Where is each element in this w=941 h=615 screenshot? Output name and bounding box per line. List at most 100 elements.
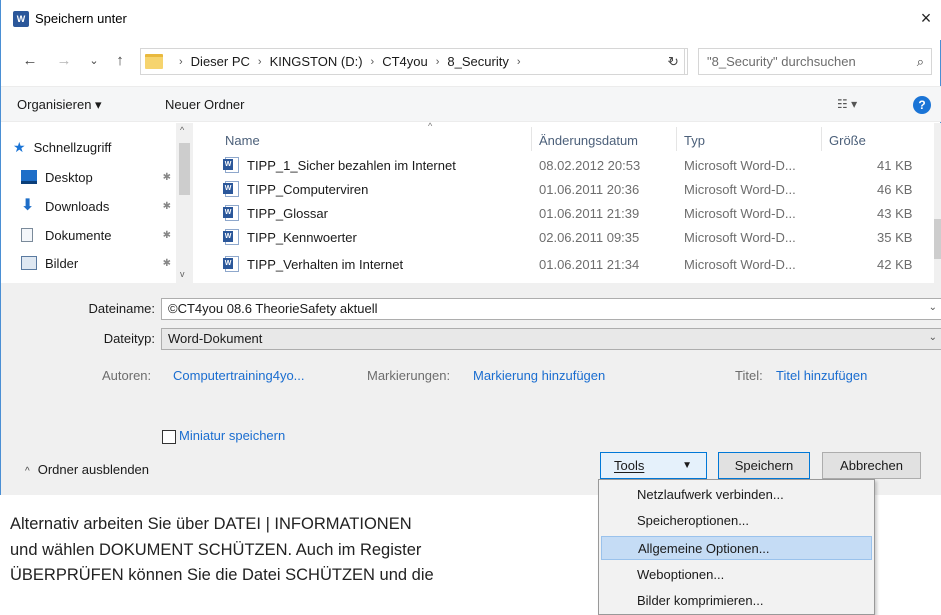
file-type: Microsoft Word-D...: [684, 182, 796, 197]
breadcrumb-separator: ›: [179, 55, 183, 68]
breadcrumb-this-pc[interactable]: Dieser PC: [191, 54, 250, 69]
column-header-type[interactable]: Typ: [684, 133, 705, 148]
sidebar-item-pictures[interactable]: Bilder ✱: [21, 252, 171, 274]
tools-label: Tools: [614, 458, 645, 473]
sidebar-item-label: Dokumente: [45, 227, 112, 243]
file-date: 08.02.2012 20:53: [539, 158, 641, 173]
file-name: TIPP_Verhalten im Internet: [247, 257, 404, 272]
word-document-icon: [223, 256, 239, 272]
forward-arrow-icon[interactable]: →: [55, 52, 73, 70]
address-bar[interactable]: › Dieser PC › KINGSTON (D:) › CT4you › 8…: [140, 48, 688, 75]
filetype-select[interactable]: Word-Dokument ⌄: [161, 328, 941, 350]
sidebar-item-label: Bilder: [45, 255, 79, 271]
chevron-down-icon[interactable]: ⌄: [929, 332, 937, 343]
recent-locations-chevron-icon[interactable]: ⌄: [85, 52, 103, 70]
file-name: TIPP_1_Sicher bezahlen im Internet: [247, 158, 456, 173]
column-header-date[interactable]: Änderungsdatum: [539, 133, 638, 148]
scrollbar-thumb[interactable]: [934, 219, 941, 259]
download-icon: ⬇: [21, 197, 35, 214]
refresh-icon[interactable]: ↻: [663, 48, 685, 75]
tools-button[interactable]: Tools ▼: [600, 452, 707, 479]
filetype-value: Word-Dokument: [168, 331, 263, 346]
column-divider[interactable]: [531, 127, 532, 151]
file-list-scrollbar[interactable]: [934, 123, 941, 283]
column-divider[interactable]: [676, 127, 677, 151]
sidebar-scrollbar[interactable]: ^ v: [176, 123, 193, 283]
chevron-down-icon[interactable]: ⌄: [929, 302, 937, 313]
up-arrow-icon[interactable]: ↑: [111, 52, 129, 70]
sidebar-item-desktop[interactable]: Desktop ✱: [21, 166, 171, 188]
document-body-text: Alternativ arbeiten Sie über DATEI | INF…: [10, 512, 595, 589]
search-input[interactable]: "8_Security" durchsuchen ⌕: [698, 48, 932, 75]
close-icon[interactable]: ×: [916, 8, 936, 28]
save-button[interactable]: Speichern: [718, 452, 810, 479]
sidebar-item-label: Downloads: [45, 198, 110, 214]
file-name: TIPP_Computerviren: [247, 182, 369, 197]
window-title: Speichern unter: [35, 11, 127, 26]
menu-item-compress-pictures[interactable]: Bilder komprimieren...: [601, 589, 872, 613]
sidebar-item-downloads[interactable]: ⬇ Downloads ✱: [21, 195, 171, 217]
dropdown-arrow-icon: ▼: [682, 460, 692, 471]
menu-item-save-options[interactable]: Speicheroptionen...: [601, 509, 872, 533]
menu-item-web-options[interactable]: Weboptionen...: [601, 563, 872, 587]
desktop-icon: [21, 170, 37, 184]
save-thumbnail-label[interactable]: Miniatur speichern: [179, 428, 285, 443]
filename-label: Dateiname:: [88, 301, 155, 316]
cancel-button[interactable]: Abbrechen: [822, 452, 921, 479]
table-row[interactable]: TIPP_Computerviren 01.06.2011 20:36 Micr…: [201, 178, 936, 202]
table-row[interactable]: TIPP_Kennwoerter 02.06.2011 09:35 Micros…: [201, 226, 936, 250]
new-folder-button[interactable]: Neuer Ordner: [165, 97, 244, 112]
filename-field[interactable]: ©CT4you 08.6 TheorieSafety aktuell ⌄: [161, 298, 941, 320]
help-icon[interactable]: ?: [913, 96, 931, 114]
column-divider[interactable]: [821, 127, 822, 151]
back-arrow-icon[interactable]: ←: [21, 52, 39, 70]
add-tag-link[interactable]: Markierung hinzufügen: [473, 368, 605, 383]
authors-value[interactable]: Computertraining4yo...: [173, 368, 305, 383]
breadcrumb-ct4you[interactable]: CT4you: [382, 54, 428, 69]
title-label: Titel:: [735, 368, 763, 383]
save-as-dialog: W Speichern unter × ← → ⌄ ↑ › Dieser PC …: [0, 0, 941, 495]
breadcrumb-separator[interactable]: ›: [517, 56, 521, 68]
sidebar-item-documents[interactable]: Dokumente ✱: [21, 224, 171, 246]
scroll-down-icon[interactable]: v: [180, 269, 185, 279]
file-date: 01.06.2011 21:34: [539, 257, 640, 272]
file-date: 01.06.2011 21:39: [539, 206, 640, 221]
scroll-up-icon[interactable]: ^: [180, 125, 184, 135]
tags-label: Markierungen:: [367, 368, 451, 383]
save-form: Dateiname: ©CT4you 08.6 TheorieSafety ak…: [1, 283, 941, 495]
file-date: 01.06.2011 20:36: [539, 182, 640, 197]
search-icon[interactable]: ⌕: [917, 54, 924, 70]
file-name: TIPP_Glossar: [247, 206, 328, 221]
breadcrumb-separator[interactable]: ›: [258, 56, 262, 68]
hide-folders-label: Ordner ausblenden: [37, 462, 150, 477]
column-header-size[interactable]: Größe: [829, 133, 866, 148]
table-row[interactable]: TIPP_Verhalten im Internet 01.06.2011 21…: [201, 253, 936, 277]
pictures-icon: [21, 256, 37, 270]
add-title-link[interactable]: Titel hinzufügen: [776, 368, 867, 383]
save-thumbnail-checkbox[interactable]: [162, 430, 176, 444]
menu-item-general-options[interactable]: Allgemeine Optionen...: [601, 536, 872, 560]
breadcrumb-separator[interactable]: ›: [436, 56, 440, 68]
file-size: 41 KB: [877, 158, 913, 173]
sidebar-item-label: Schnellzugriff: [33, 139, 112, 155]
breadcrumb-8-security[interactable]: 8_Security: [447, 54, 508, 69]
documents-icon: [21, 228, 33, 242]
sidebar-item-quick-access[interactable]: ★ Schnellzugriff: [13, 136, 163, 158]
pin-icon: ✱: [162, 257, 171, 269]
table-row[interactable]: TIPP_Glossar 01.06.2011 21:39 Microsoft …: [201, 202, 936, 226]
word-document-icon: [223, 229, 239, 245]
word-document-icon: [223, 181, 239, 197]
breadcrumb-separator[interactable]: ›: [371, 56, 375, 68]
menu-item-map-network-drive[interactable]: Netzlaufwerk verbinden...: [601, 483, 872, 507]
view-options-icon[interactable]: ☷ ▾: [837, 97, 857, 111]
column-header-name[interactable]: Name: [225, 133, 260, 148]
organize-button[interactable]: Organisieren ▾: [17, 97, 102, 113]
table-row[interactable]: TIPP_1_Sicher bezahlen im Internet 08.02…: [201, 154, 936, 178]
breadcrumb-kingston[interactable]: KINGSTON (D:): [270, 54, 363, 69]
file-type: Microsoft Word-D...: [684, 230, 796, 245]
file-size: 42 KB: [877, 257, 913, 272]
pin-icon: ✱: [162, 171, 171, 183]
scrollbar-thumb[interactable]: [179, 143, 190, 195]
file-type: Microsoft Word-D...: [684, 158, 796, 173]
hide-folders-button[interactable]: ^ Ordner ausblenden: [25, 462, 149, 477]
